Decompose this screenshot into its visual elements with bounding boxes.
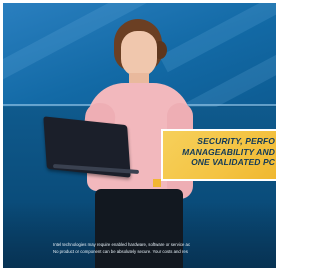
presenter-skirt: [95, 189, 183, 268]
headline-line-3: ONE VALIDATED PC: [191, 157, 275, 167]
accent-square: [153, 179, 161, 187]
presenter-face: [121, 31, 157, 77]
disclaimer-line-2: No product or component can be absolutel…: [53, 248, 188, 254]
headline-line-1: SECURITY, PERFO: [197, 136, 275, 146]
video-frame[interactable]: SECURITY, PERFO MANAGEABILITY AND ONE VA…: [3, 3, 276, 268]
headline-text: SECURITY, PERFO MANAGEABILITY AND ONE VA…: [182, 136, 275, 168]
headline-callout: SECURITY, PERFO MANAGEABILITY AND ONE VA…: [161, 129, 276, 181]
headline-line-2: MANAGEABILITY AND: [182, 146, 275, 157]
disclaimer-line-1: Intel technologies may require enabled h…: [53, 242, 191, 247]
legal-disclaimer: Intel technologies may require enabled h…: [53, 242, 276, 255]
